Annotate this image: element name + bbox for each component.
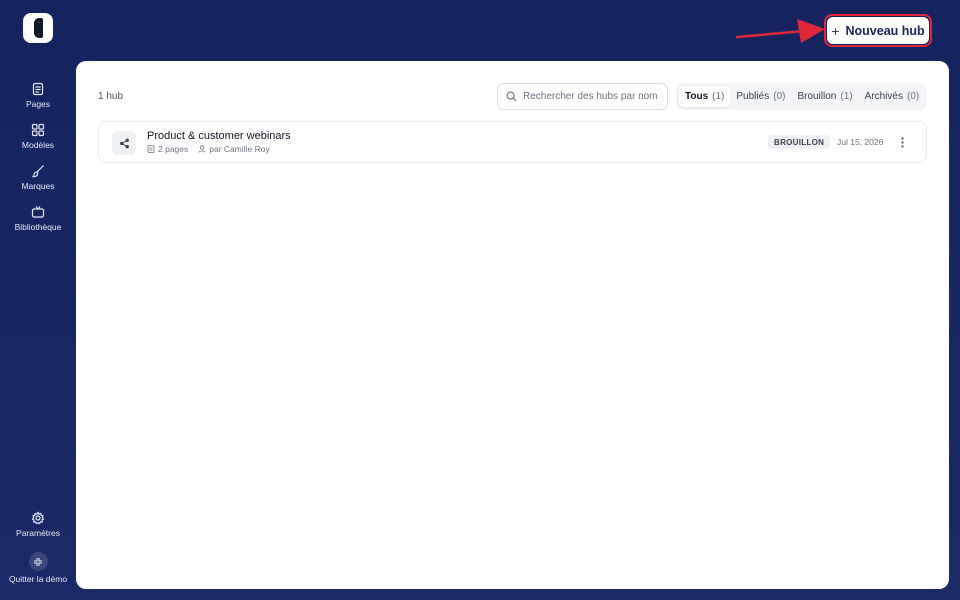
tab-count: (1)	[712, 91, 725, 102]
share-icon	[112, 131, 136, 155]
collapse-icon	[34, 557, 42, 566]
logo-mark	[33, 18, 43, 38]
tab-count: (0)	[906, 91, 920, 102]
document-icon	[147, 145, 155, 153]
new-hub-highlight: + Nouveau hub	[824, 14, 932, 47]
tab-count: (1)	[840, 91, 853, 102]
sidebar-footer: Paramètres Quitter la démo	[0, 508, 76, 584]
tab-label: Brouillon	[797, 91, 837, 102]
hub-author: par Camille Roy	[209, 144, 270, 154]
hub-date: Jul 15, 2026	[837, 137, 884, 147]
sidebar-item-label: Marques	[21, 181, 55, 191]
tab-count: (0)	[773, 91, 786, 102]
annotation-arrow-icon	[735, 19, 825, 43]
main-panel: 1 hub Tous (1) Publiés (0) Brouillon (1)…	[76, 61, 949, 589]
list-item[interactable]: Product & customer webinars 2 pages par …	[98, 121, 927, 163]
hub-title: Product & customer webinars	[147, 130, 291, 142]
sidebar-item-brands[interactable]: Marques	[0, 160, 76, 201]
new-hub-button[interactable]: + Nouveau hub	[827, 17, 929, 44]
sidebar: Pages Modèles Marques Bibliothèque	[0, 78, 76, 242]
sidebar-item-pages[interactable]: Pages	[0, 78, 76, 119]
tab-draft[interactable]: Brouillon (1)	[791, 86, 858, 107]
quit-demo-circle	[28, 552, 48, 571]
tab-label: Publiés	[736, 91, 770, 102]
settings-label: Paramètres	[16, 528, 60, 538]
search-box[interactable]	[497, 83, 668, 110]
user-icon	[198, 145, 206, 153]
plus-icon: +	[831, 22, 840, 39]
more-options-button[interactable]	[894, 134, 910, 150]
status-filter-tabs: Tous (1) Publiés (0) Brouillon (1) Archi…	[676, 83, 927, 110]
sidebar-item-models[interactable]: Modèles	[0, 119, 76, 160]
gear-icon	[31, 511, 45, 525]
grid-icon	[31, 123, 45, 137]
search-icon	[506, 91, 517, 102]
app-logo[interactable]	[23, 13, 53, 43]
sidebar-item-label: Bibliothèque	[14, 222, 62, 232]
status-badge: BROUILLON	[768, 135, 831, 149]
hub-pages: 2 pages	[158, 144, 189, 154]
quit-demo-button[interactable]: Quitter la démo	[0, 552, 76, 584]
new-hub-label: Nouveau hub	[845, 23, 925, 38]
hub-meta: 2 pages par Camille Roy	[147, 144, 270, 154]
quit-demo-label: Quitter la démo	[8, 574, 68, 584]
sidebar-item-label: Modèles	[21, 140, 55, 150]
brush-icon	[32, 165, 44, 178]
tab-published[interactable]: Publiés (0)	[730, 86, 791, 107]
tv-icon	[31, 206, 45, 218]
tab-label: Archivés	[864, 91, 903, 102]
sidebar-item-library[interactable]: Bibliothèque	[0, 201, 76, 242]
search-input[interactable]	[523, 91, 663, 102]
tab-archived[interactable]: Archivés (0)	[859, 86, 926, 107]
tab-all[interactable]: Tous (1)	[679, 86, 731, 107]
tab-label: Tous	[685, 91, 709, 102]
sidebar-item-label: Pages	[25, 99, 51, 109]
share-glyph-icon	[119, 138, 129, 148]
settings-button[interactable]: Paramètres	[0, 508, 76, 538]
pages-icon	[32, 82, 44, 96]
hub-count: 1 hub	[98, 91, 124, 102]
kebab-icon	[900, 136, 904, 148]
